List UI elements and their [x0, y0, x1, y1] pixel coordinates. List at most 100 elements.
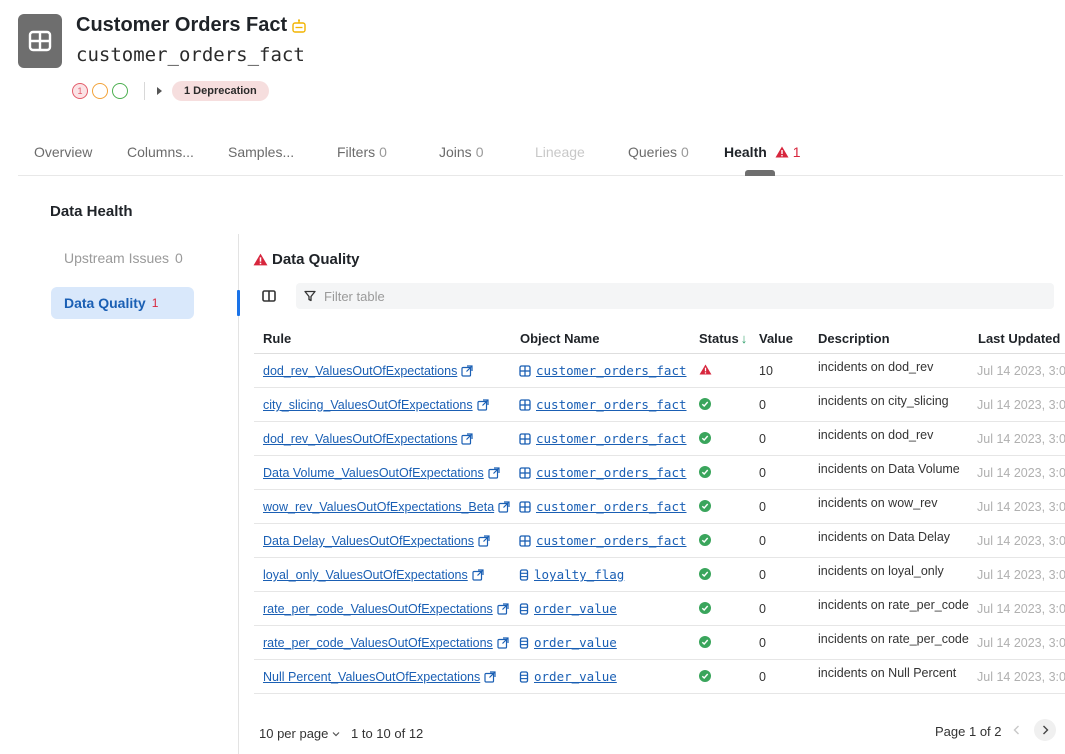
tab-queries[interactable]: Queries 0 — [628, 144, 689, 160]
bot-icon[interactable] — [291, 18, 307, 33]
column-header-description[interactable]: Description — [818, 331, 890, 346]
rule-name[interactable]: Data Volume_ValuesOutOfExpectations — [263, 466, 484, 480]
value-cell: 0 — [759, 432, 766, 446]
status-row: 1 1 Deprecation — [72, 81, 269, 101]
external-link-icon[interactable] — [472, 569, 484, 581]
object-name[interactable]: order_value — [534, 669, 617, 684]
table-row: dod_rev_ValuesOutOfExpectations customer_… — [254, 422, 1065, 456]
column-header-status[interactable]: Status ↓ — [699, 331, 747, 346]
column-icon — [519, 602, 529, 615]
external-link-icon[interactable] — [484, 671, 496, 683]
expand-caret-icon[interactable] — [157, 87, 162, 95]
rule-name[interactable]: dod_rev_ValuesOutOfExpectations — [263, 432, 457, 446]
tab-filters[interactable]: Filters 0 — [337, 144, 387, 160]
object-name[interactable]: customer_orders_fact — [536, 533, 687, 548]
rule-link[interactable]: Data Volume_ValuesOutOfExpectations — [263, 466, 500, 480]
sidebar-item-data-quality[interactable]: Data Quality 1 — [51, 287, 194, 319]
object-link[interactable]: customer_orders_fact — [519, 533, 687, 548]
rule-name[interactable]: loyal_only_ValuesOutOfExpectations — [263, 568, 468, 582]
page-title-text: Customer Orders Fact — [76, 14, 288, 36]
table-physical-name: customer_orders_fact — [76, 44, 305, 66]
rule-link[interactable]: wow_rev_ValuesOutOfExpectations_Beta — [263, 500, 510, 514]
status-circle-orange[interactable] — [92, 83, 108, 99]
tab-columns[interactable]: Columns... — [127, 144, 194, 160]
rule-name[interactable]: dod_rev_ValuesOutOfExpectations — [263, 364, 457, 378]
object-link[interactable]: customer_orders_fact — [519, 363, 687, 378]
sidebar-item-upstream-issues[interactable]: Upstream Issues 0 — [51, 242, 194, 274]
rule-link[interactable]: city_slicing_ValuesOutOfExpectations — [263, 398, 489, 412]
tab-samples[interactable]: Samples... — [228, 144, 294, 160]
external-link-icon[interactable] — [478, 535, 490, 547]
object-link[interactable]: order_value — [519, 669, 617, 684]
check-circle-icon — [699, 602, 711, 614]
column-header-value[interactable]: Value — [759, 331, 793, 346]
status-circle-green[interactable] — [112, 83, 128, 99]
object-name[interactable]: customer_orders_fact — [536, 363, 687, 378]
external-link-icon[interactable] — [498, 501, 510, 513]
object-name[interactable]: customer_orders_fact — [536, 431, 687, 446]
table-icon — [18, 14, 62, 68]
external-link-icon[interactable] — [477, 399, 489, 411]
object-link[interactable]: order_value — [519, 635, 617, 650]
next-page-button[interactable] — [1034, 719, 1056, 741]
tab-health[interactable]: Health 1 — [724, 144, 800, 160]
rule-name[interactable]: city_slicing_ValuesOutOfExpectations — [263, 398, 473, 412]
tab-label: Health — [724, 144, 767, 160]
object-link[interactable]: order_value — [519, 601, 617, 616]
rule-name[interactable]: Null Percent_ValuesOutOfExpectations — [263, 670, 480, 684]
object-name[interactable]: customer_orders_fact — [536, 499, 687, 514]
external-link-icon[interactable] — [461, 365, 473, 377]
object-link[interactable]: customer_orders_fact — [519, 499, 687, 514]
column-header-object[interactable]: Object Name — [520, 331, 599, 346]
external-link-icon[interactable] — [497, 637, 509, 649]
external-link-icon[interactable] — [488, 467, 500, 479]
object-link[interactable]: customer_orders_fact — [519, 465, 687, 480]
column-toggle-button[interactable] — [254, 283, 284, 309]
status-cell — [699, 670, 711, 682]
filter-box[interactable] — [296, 283, 1054, 309]
rule-name[interactable]: rate_per_code_ValuesOutOfExpectations — [263, 602, 493, 616]
column-header-last-updated[interactable]: Last Updated — [978, 331, 1060, 346]
object-name[interactable]: customer_orders_fact — [536, 397, 687, 412]
rule-link[interactable]: rate_per_code_ValuesOutOfExpectations — [263, 602, 509, 616]
object-link[interactable]: customer_orders_fact — [519, 397, 687, 412]
table-row: Null Percent_ValuesOutOfExpectations orde… — [254, 660, 1065, 694]
tab-lineage[interactable]: Lineage — [535, 144, 585, 160]
external-link-icon[interactable] — [497, 603, 509, 615]
external-link-icon[interactable] — [461, 433, 473, 445]
tab-joins[interactable]: Joins 0 — [439, 144, 483, 160]
rule-link[interactable]: dod_rev_ValuesOutOfExpectations — [263, 364, 473, 378]
rule-link[interactable]: rate_per_code_ValuesOutOfExpectations — [263, 636, 509, 650]
rule-link[interactable]: dod_rev_ValuesOutOfExpectations — [263, 432, 473, 446]
table-icon — [519, 534, 531, 547]
status-circle-red[interactable]: 1 — [72, 83, 88, 99]
check-circle-icon — [699, 670, 711, 682]
table-icon — [519, 500, 531, 513]
rule-link[interactable]: loyal_only_ValuesOutOfExpectations — [263, 568, 484, 582]
deprecation-badge[interactable]: 1 Deprecation — [172, 81, 269, 101]
rule-name[interactable]: wow_rev_ValuesOutOfExpectations_Beta — [263, 500, 494, 514]
rule-name[interactable]: rate_per_code_ValuesOutOfExpectations — [263, 636, 493, 650]
object-name[interactable]: order_value — [534, 635, 617, 650]
value-cell: 0 — [759, 670, 766, 684]
rule-link[interactable]: Null Percent_ValuesOutOfExpectations — [263, 670, 496, 684]
object-link[interactable]: customer_orders_fact — [519, 431, 687, 446]
per-page-select[interactable]: 10 per page — [259, 726, 340, 741]
object-link[interactable]: loyalty_flag — [519, 567, 624, 582]
column-header-rule[interactable]: Rule — [263, 331, 291, 346]
tab-overview[interactable]: Overview — [34, 144, 92, 160]
warning-icon — [699, 364, 712, 375]
value-cell: 0 — [759, 398, 766, 412]
filter-input[interactable] — [324, 288, 624, 304]
last-updated-cell: Jul 14 2023, 3:00 — [977, 398, 1065, 412]
rule-name[interactable]: Data Delay_ValuesOutOfExpectations — [263, 534, 474, 548]
object-name[interactable]: order_value — [534, 601, 617, 616]
rule-link[interactable]: Data Delay_ValuesOutOfExpectations — [263, 534, 490, 548]
object-name[interactable]: customer_orders_fact — [536, 465, 687, 480]
object-name[interactable]: loyalty_flag — [534, 567, 624, 582]
check-circle-icon — [699, 432, 711, 444]
table-icon — [519, 398, 531, 411]
status-cell — [699, 398, 711, 410]
prev-page-button[interactable] — [1005, 719, 1027, 741]
last-updated-cell: Jul 14 2023, 3:00 — [977, 466, 1065, 480]
